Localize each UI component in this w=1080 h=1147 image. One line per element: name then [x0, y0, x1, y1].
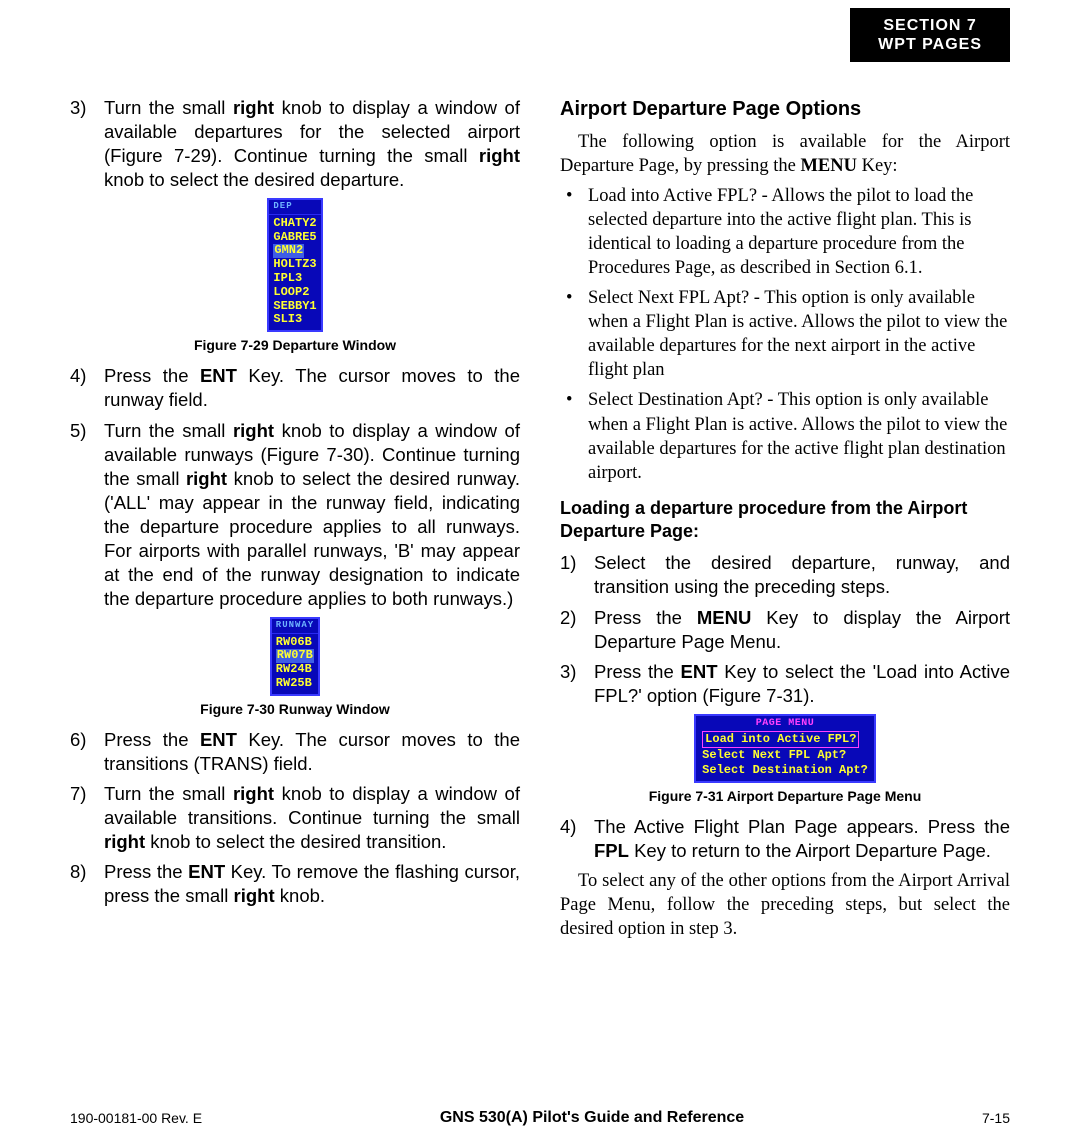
departure-window: DEPCHATY2GABRE5GMN2HOLTZ3IPL3LOOP2SEBBY1… — [267, 198, 322, 332]
figure-7-30: RUNWAYRW06BRW07BRW24BRW25B Figure 7-30 R… — [70, 617, 520, 718]
section-header: SECTION 7 WPT PAGES — [850, 8, 1010, 62]
step-number: 3) — [70, 96, 104, 192]
page-columns: 3) Turn the small right knob to display … — [70, 0, 1010, 947]
footer-rev: 190-00181-00 Rev. E — [70, 1110, 202, 1126]
step-number: 1) — [560, 551, 594, 599]
procedure-list-left-cont: 4) Press the ENT Key. The cursor moves t… — [70, 364, 520, 610]
footer-title: GNS 530(A) Pilot's Guide and Reference — [440, 1109, 744, 1127]
rstep-4: 4) The Active Flight Plan Page appears. … — [560, 815, 1010, 863]
step-8: 8) Press the ENT Key. To remove the flas… — [70, 860, 520, 908]
step-body: Press the MENU Key to display the Airpor… — [594, 606, 1010, 654]
figure-7-29: DEPCHATY2GABRE5GMN2HOLTZ3IPL3LOOP2SEBBY1… — [70, 198, 520, 354]
right-column: Airport Departure Page Options The follo… — [560, 96, 1010, 947]
section-line2: WPT PAGES — [878, 35, 982, 54]
step-body: Turn the small right knob to display a w… — [104, 782, 520, 854]
rstep-2: 2) Press the MENU Key to display the Air… — [560, 606, 1010, 654]
step-number: 8) — [70, 860, 104, 908]
step-body: Turn the small right knob to display a w… — [104, 419, 520, 611]
step-body: Press the ENT Key. The cursor moves to t… — [104, 728, 520, 776]
step-7: 7) Turn the small right knob to display … — [70, 782, 520, 854]
step-body: Turn the small right knob to display a w… — [104, 96, 520, 192]
page-menu-window: PAGE MENULoad into Active FPL?Select Nex… — [694, 714, 876, 783]
bullet-select-destination: Select Destination Apt? - This option is… — [560, 388, 1010, 484]
left-column: 3) Turn the small right knob to display … — [70, 96, 520, 947]
step-body: Press the ENT Key. The cursor moves to t… — [104, 364, 520, 412]
figure-caption: Figure 7-30 Runway Window — [70, 700, 520, 718]
step-body: The Active Flight Plan Page appears. Pre… — [594, 815, 1010, 863]
procedure-list-left-cont2: 6) Press the ENT Key. The cursor moves t… — [70, 728, 520, 908]
bullet-load-into-active: Load into Active FPL? - Allows the pilot… — [560, 184, 1010, 280]
subheading-loading: Loading a departure procedure from the A… — [560, 497, 1010, 544]
procedure-list-left: 3) Turn the small right knob to display … — [70, 96, 520, 192]
intro-paragraph: The following option is available for th… — [560, 130, 1010, 178]
procedure-list-right: 1) Select the desired departure, runway,… — [560, 551, 1010, 707]
figure-caption: Figure 7-31 Airport Departure Page Menu — [560, 787, 1010, 805]
step-number: 3) — [560, 660, 594, 708]
options-bullet-list: Load into Active FPL? - Allows the pilot… — [560, 184, 1010, 485]
heading-options: Airport Departure Page Options — [560, 96, 1010, 122]
closing-paragraph: To select any of the other options from … — [560, 869, 1010, 941]
step-number: 2) — [560, 606, 594, 654]
step-4: 4) Press the ENT Key. The cursor moves t… — [70, 364, 520, 412]
step-number: 4) — [70, 364, 104, 412]
page-footer: 190-00181-00 Rev. E GNS 530(A) Pilot's G… — [70, 1109, 1010, 1127]
runway-window: RUNWAYRW06BRW07BRW24BRW25B — [270, 617, 320, 696]
figure-7-31: PAGE MENULoad into Active FPL?Select Nex… — [560, 714, 1010, 805]
step-body: Press the ENT Key. To remove the flashin… — [104, 860, 520, 908]
step-6: 6) Press the ENT Key. The cursor moves t… — [70, 728, 520, 776]
section-line1: SECTION 7 — [878, 16, 982, 35]
figure-caption: Figure 7-29 Departure Window — [70, 336, 520, 354]
step-number: 4) — [560, 815, 594, 863]
rstep-3: 3) Press the ENT Key to select the 'Load… — [560, 660, 1010, 708]
step-number: 6) — [70, 728, 104, 776]
step-number: 7) — [70, 782, 104, 854]
procedure-list-right-cont: 4) The Active Flight Plan Page appears. … — [560, 815, 1010, 863]
rstep-1: 1) Select the desired departure, runway,… — [560, 551, 1010, 599]
step-body: Select the desired departure, runway, an… — [594, 551, 1010, 599]
footer-page: 7-15 — [982, 1110, 1010, 1126]
step-5: 5) Turn the small right knob to display … — [70, 419, 520, 611]
bullet-select-next-fpl: Select Next FPL Apt? - This option is on… — [560, 286, 1010, 382]
step-3: 3) Turn the small right knob to display … — [70, 96, 520, 192]
step-number: 5) — [70, 419, 104, 611]
step-body: Press the ENT Key to select the 'Load in… — [594, 660, 1010, 708]
